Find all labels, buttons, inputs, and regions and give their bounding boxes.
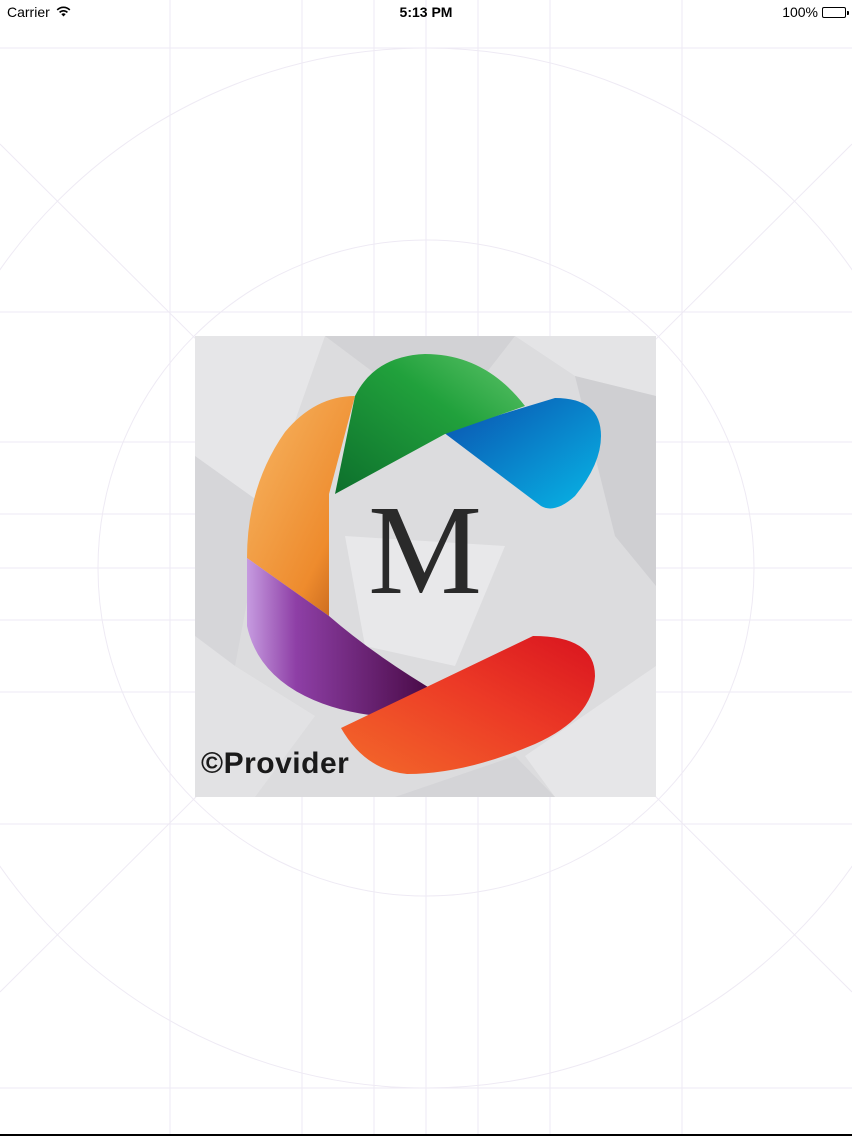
battery-icon [822, 6, 849, 18]
app-logo: M ©Provider [195, 336, 656, 797]
logo-caption: ©Provider [201, 747, 350, 780]
status-bar: Carrier 5:13 PM 100% [0, 0, 852, 24]
status-right: 100% [782, 4, 849, 20]
status-time: 5:13 PM [399, 4, 453, 20]
logo-letter: M [368, 479, 482, 621]
splash-screen: Carrier 5:13 PM 100% M ©Provider [0, 0, 852, 1136]
battery-percent: 100% [782, 4, 818, 20]
